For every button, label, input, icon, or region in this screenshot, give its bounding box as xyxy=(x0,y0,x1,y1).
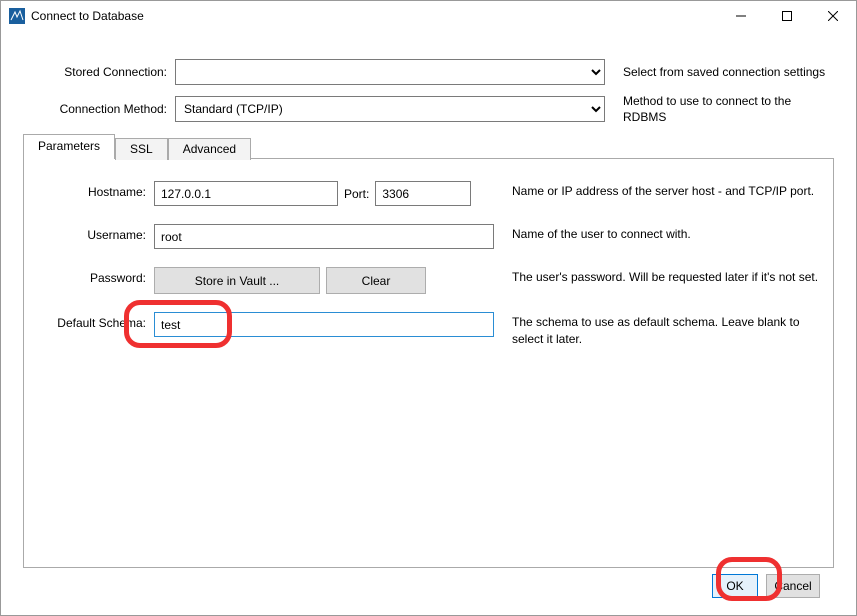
port-label: Port: xyxy=(344,187,369,201)
hostname-label: Hostname: xyxy=(38,181,154,199)
password-row: Password: Store in Vault ... Clear The u… xyxy=(38,267,819,294)
window-title: Connect to Database xyxy=(31,9,144,23)
password-controls: Store in Vault ... Clear xyxy=(154,267,494,294)
stored-connection-label: Stored Connection: xyxy=(23,65,175,79)
content: Stored Connection: Select from saved con… xyxy=(1,31,856,608)
stored-connection-help: Select from saved connection settings xyxy=(605,64,834,80)
connection-method-label: Connection Method: xyxy=(23,102,175,116)
clear-password-button[interactable]: Clear xyxy=(326,267,426,294)
store-in-vault-button[interactable]: Store in Vault ... xyxy=(154,267,320,294)
default-schema-label: Default Schema: xyxy=(38,312,154,330)
hostname-input[interactable] xyxy=(154,181,338,206)
tabstrip: Parameters SSL Advanced xyxy=(23,133,834,158)
title-left: Connect to Database xyxy=(9,8,144,24)
hostname-help: Name or IP address of the server host - … xyxy=(494,181,819,199)
connection-method-select[interactable]: Standard (TCP/IP) xyxy=(175,96,605,122)
close-button[interactable] xyxy=(810,1,856,31)
username-label: Username: xyxy=(38,224,154,242)
tab-parameters[interactable]: Parameters xyxy=(23,134,115,159)
username-row: Username: Name of the user to connect wi… xyxy=(38,224,819,249)
app-icon xyxy=(9,8,25,24)
port-input[interactable] xyxy=(375,181,471,206)
username-help: Name of the user to connect with. xyxy=(494,224,819,242)
stored-connection-row: Stored Connection: Select from saved con… xyxy=(23,59,834,85)
default-schema-row: Default Schema: The schema to use as def… xyxy=(38,312,819,346)
password-label: Password: xyxy=(38,267,154,285)
tab-advanced[interactable]: Advanced xyxy=(168,138,251,160)
tab-ssl[interactable]: SSL xyxy=(115,138,168,160)
stored-connection-select[interactable] xyxy=(175,59,605,85)
maximize-button[interactable] xyxy=(764,1,810,31)
connection-method-row: Connection Method: Standard (TCP/IP) Met… xyxy=(23,93,834,125)
cancel-button[interactable]: Cancel xyxy=(766,574,820,598)
ok-button[interactable]: OK xyxy=(712,574,758,598)
titlebar: Connect to Database xyxy=(1,1,856,31)
window-buttons xyxy=(718,1,856,31)
default-schema-input[interactable] xyxy=(154,312,494,337)
username-controls xyxy=(154,224,494,249)
hostname-controls: Port: xyxy=(154,181,494,206)
default-schema-help: The schema to use as default schema. Lea… xyxy=(494,312,819,346)
tab-panel-parameters: Hostname: Port: Name or IP address of th… xyxy=(23,158,834,568)
password-help: The user's password. Will be requested l… xyxy=(494,267,819,285)
connection-method-help: Method to use to connect to the RDBMS xyxy=(605,93,834,125)
stored-connection-control xyxy=(175,59,605,85)
minimize-button[interactable] xyxy=(718,1,764,31)
username-input[interactable] xyxy=(154,224,494,249)
hostname-row: Hostname: Port: Name or IP address of th… xyxy=(38,181,819,206)
dialog-footer: OK Cancel xyxy=(23,574,834,598)
default-schema-controls xyxy=(154,312,494,337)
connection-method-control: Standard (TCP/IP) xyxy=(175,96,605,122)
tabs-container: Parameters SSL Advanced Hostname: Port: … xyxy=(23,133,834,568)
